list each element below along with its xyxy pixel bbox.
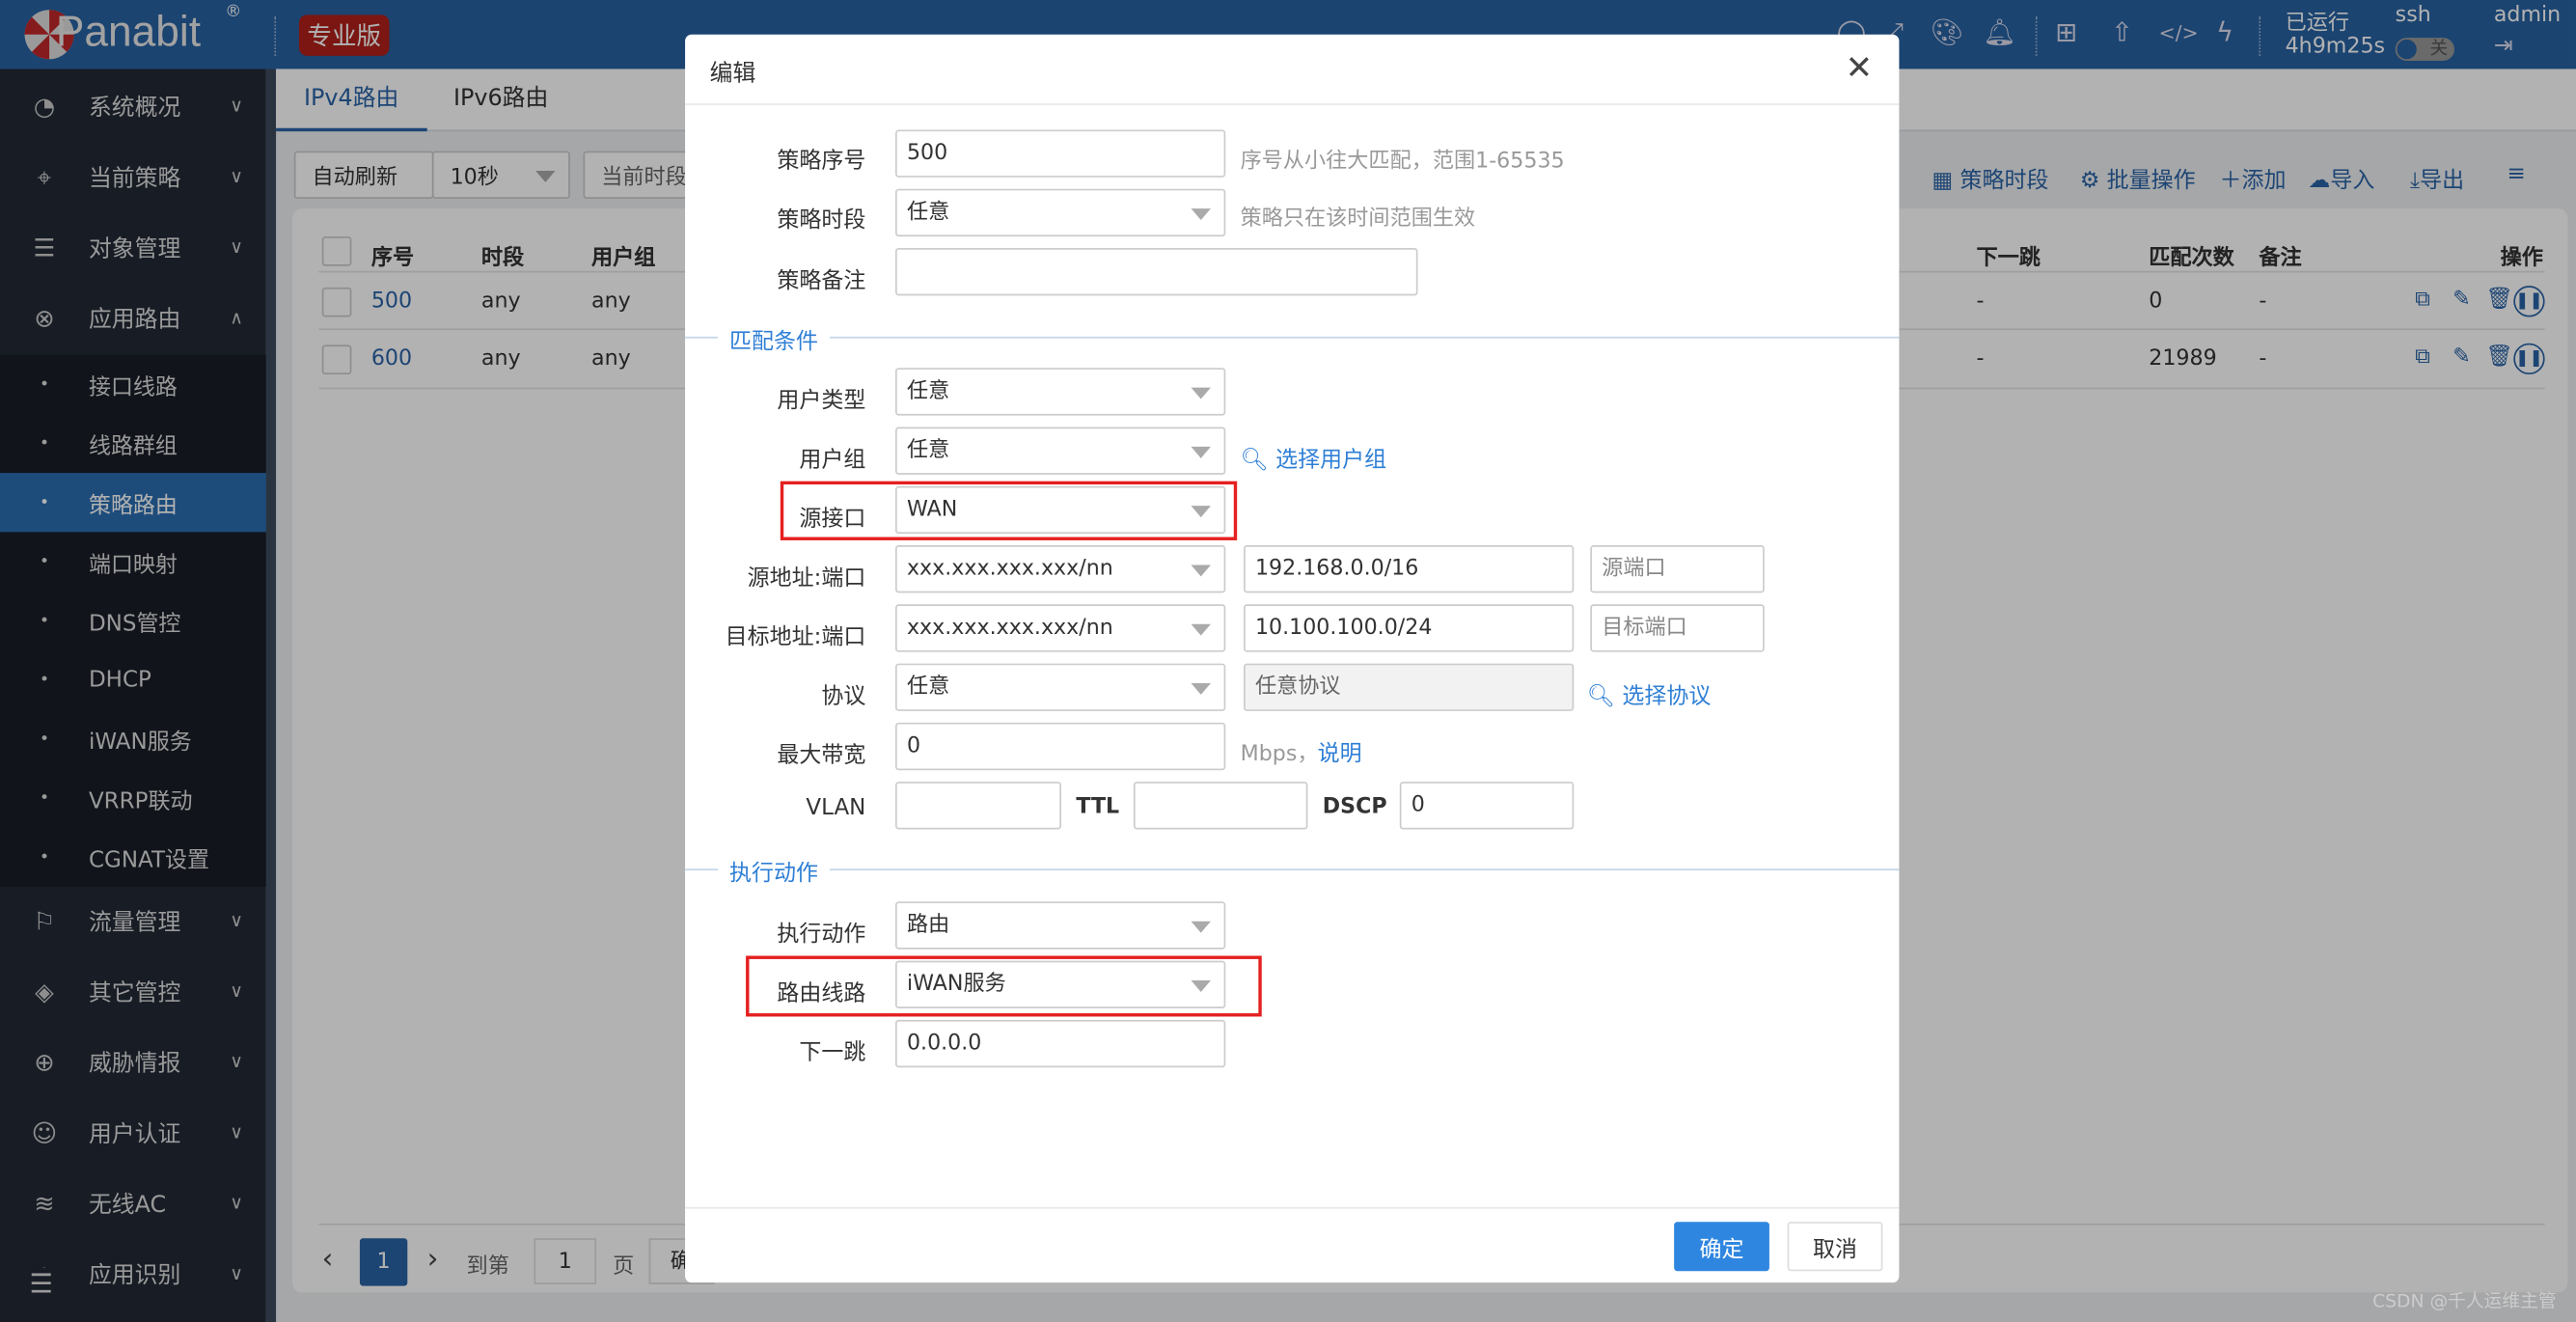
dropdown-arrow-icon — [1191, 506, 1211, 518]
user-type-label: 用户类型 — [777, 387, 866, 414]
search-icon: 🔍︎ — [1240, 446, 1276, 474]
bandwidth-help-link[interactable]: 说明 — [1318, 734, 1362, 767]
dest-address-input[interactable]: 10.100.100.0/24 — [1244, 604, 1575, 652]
source-address-type-select[interactable]: xxx.xxx.xxx.xxx/nn — [895, 545, 1226, 593]
source-port-input[interactable]: 源端口 — [1590, 545, 1765, 593]
section-title: 匹配条件 — [718, 321, 830, 355]
policy-period-hint: 策略只在该时间范围生效 — [1240, 207, 1476, 232]
dscp-input[interactable]: 0 — [1399, 782, 1575, 830]
select-value: WAN — [906, 497, 958, 523]
dropdown-arrow-icon — [1191, 208, 1211, 221]
dest-address-label: 目标地址:端口 — [725, 623, 866, 650]
protocol-select[interactable]: 任意 — [895, 663, 1226, 711]
dropdown-arrow-icon — [1191, 623, 1211, 636]
ttl-input[interactable] — [1133, 782, 1308, 830]
cancel-button[interactable]: 取消 — [1787, 1222, 1883, 1272]
route-line-label: 路由线路 — [777, 980, 866, 1007]
dropdown-arrow-icon — [1191, 446, 1211, 458]
dscp-label: DSCP — [1322, 794, 1387, 820]
select-value: iWAN服务 — [906, 972, 1006, 998]
max-bandwidth-label: 最大带宽 — [777, 742, 866, 769]
source-address-label: 源地址:端口 — [747, 565, 866, 592]
select-value: 任意 — [906, 200, 950, 226]
dropdown-arrow-icon — [1191, 565, 1211, 577]
confirm-button[interactable]: 确定 — [1674, 1222, 1769, 1272]
divider — [685, 1206, 1900, 1209]
policy-no-label: 策略序号 — [777, 148, 866, 175]
select-value: 路由 — [906, 913, 950, 938]
bandwidth-unit: Mbps， — [1240, 742, 1319, 767]
policy-period-label: 策略时段 — [777, 207, 866, 234]
dropdown-arrow-icon — [1191, 387, 1211, 399]
action-select[interactable]: 路由 — [895, 901, 1226, 950]
policy-note-label: 策略备注 — [777, 267, 866, 294]
protocol-label: 协议 — [821, 682, 866, 710]
section-title: 执行动作 — [718, 853, 830, 888]
route-line-select[interactable]: iWAN服务 — [895, 960, 1226, 1008]
policy-no-input[interactable]: 500 — [895, 129, 1226, 178]
user-group-select[interactable]: 任意 — [895, 427, 1226, 475]
dropdown-arrow-icon — [1191, 980, 1211, 992]
select-value: 任意 — [906, 438, 950, 463]
section-action: 执行动作 — [685, 853, 1900, 888]
vlan-label: VLAN — [806, 794, 866, 821]
policy-period-select[interactable]: 任意 — [895, 188, 1226, 237]
action-label: 执行动作 — [777, 921, 866, 948]
select-value: 任意 — [906, 675, 950, 701]
user-group-label: 用户组 — [799, 446, 866, 474]
dialog-title: 编辑 — [709, 60, 756, 88]
policy-no-hint: 序号从小往大匹配，范围1-65535 — [1240, 149, 1565, 175]
nexthop-label: 下一跳 — [799, 1039, 866, 1066]
watermark: CSDN @千人运维主管 — [2372, 1290, 2557, 1312]
user-type-select[interactable]: 任意 — [895, 368, 1226, 416]
select-user-group-link[interactable]: 🔍︎ 选择用户组 — [1241, 440, 1386, 473]
policy-note-input[interactable] — [895, 247, 1418, 296]
dropdown-arrow-icon — [1191, 921, 1211, 933]
select-value: xxx.xxx.xxx.xxx/nn — [906, 616, 1113, 641]
search-icon: 🔍︎ — [1586, 682, 1623, 710]
protocol-field: 任意协议 — [1244, 663, 1575, 711]
link-label: 选择用户组 — [1275, 446, 1387, 474]
source-address-input[interactable]: 192.168.0.0/16 — [1244, 545, 1575, 593]
vlan-input[interactable] — [895, 782, 1062, 830]
ttl-label: TTL — [1076, 794, 1120, 820]
link-label: 选择协议 — [1622, 682, 1712, 710]
dest-port-input[interactable]: 目标端口 — [1590, 604, 1765, 652]
divider — [685, 103, 1900, 105]
source-interface-label: 源接口 — [799, 506, 866, 533]
source-interface-select[interactable]: WAN — [895, 485, 1226, 535]
select-value: xxx.xxx.xxx.xxx/nn — [906, 556, 1113, 582]
close-icon[interactable]: ✕ — [1846, 47, 1874, 87]
edit-policy-dialog: 编辑 ✕ 策略序号 500 序号从小往大匹配，范围1-65535 策略时段 任意… — [685, 34, 1900, 1283]
section-match-conditions: 匹配条件 — [685, 321, 1900, 355]
select-protocol-link[interactable]: 🔍︎ 选择协议 — [1587, 676, 1711, 709]
dest-address-type-select[interactable]: xxx.xxx.xxx.xxx/nn — [895, 604, 1226, 652]
dropdown-arrow-icon — [1191, 682, 1211, 695]
select-value: 任意 — [906, 379, 950, 404]
max-bandwidth-input[interactable]: 0 — [895, 722, 1226, 771]
nexthop-input[interactable]: 0.0.0.0 — [895, 1019, 1226, 1068]
